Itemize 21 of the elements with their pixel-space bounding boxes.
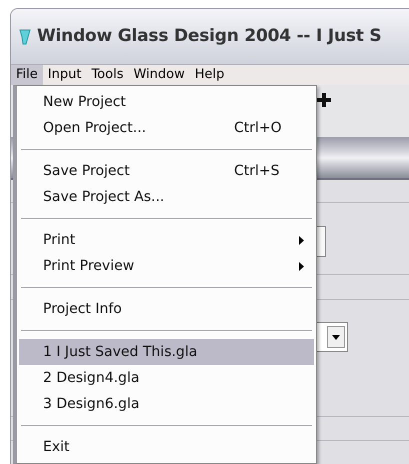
menu-item[interactable]: Print Preview bbox=[19, 253, 314, 279]
window-title: Window Glass Design 2004 -- I Just S bbox=[37, 24, 382, 48]
app-icon bbox=[19, 28, 31, 44]
caret-icon bbox=[332, 334, 340, 340]
menu-item[interactable]: Window bbox=[128, 65, 190, 85]
plus-icon bbox=[317, 93, 331, 107]
menu-item[interactable]: 2 Design4.gla bbox=[19, 365, 314, 391]
menu-item[interactable]: Print bbox=[19, 227, 314, 253]
menu-item[interactable]: Open Project... Ctrl+O bbox=[19, 115, 314, 141]
menu-item[interactable]: Project Info bbox=[19, 296, 314, 322]
dropdown-button[interactable] bbox=[327, 326, 345, 348]
menu-item[interactable]: Tools bbox=[86, 65, 128, 85]
menu-item[interactable]: Exit bbox=[19, 434, 314, 460]
menu-item[interactable]: Save Project As... bbox=[19, 184, 314, 210]
menu-item[interactable]: 3 Design6.gla bbox=[19, 391, 314, 417]
menu-item[interactable]: New Project bbox=[19, 89, 314, 115]
menu-item[interactable]: Help bbox=[190, 65, 230, 85]
menu-item[interactable]: 1 I Just Saved This.gla bbox=[19, 339, 314, 365]
menu-item[interactable]: Save Project Ctrl+S bbox=[19, 158, 314, 184]
menu-item[interactable]: File bbox=[11, 65, 43, 85]
menu-item[interactable]: Input bbox=[42, 65, 86, 85]
